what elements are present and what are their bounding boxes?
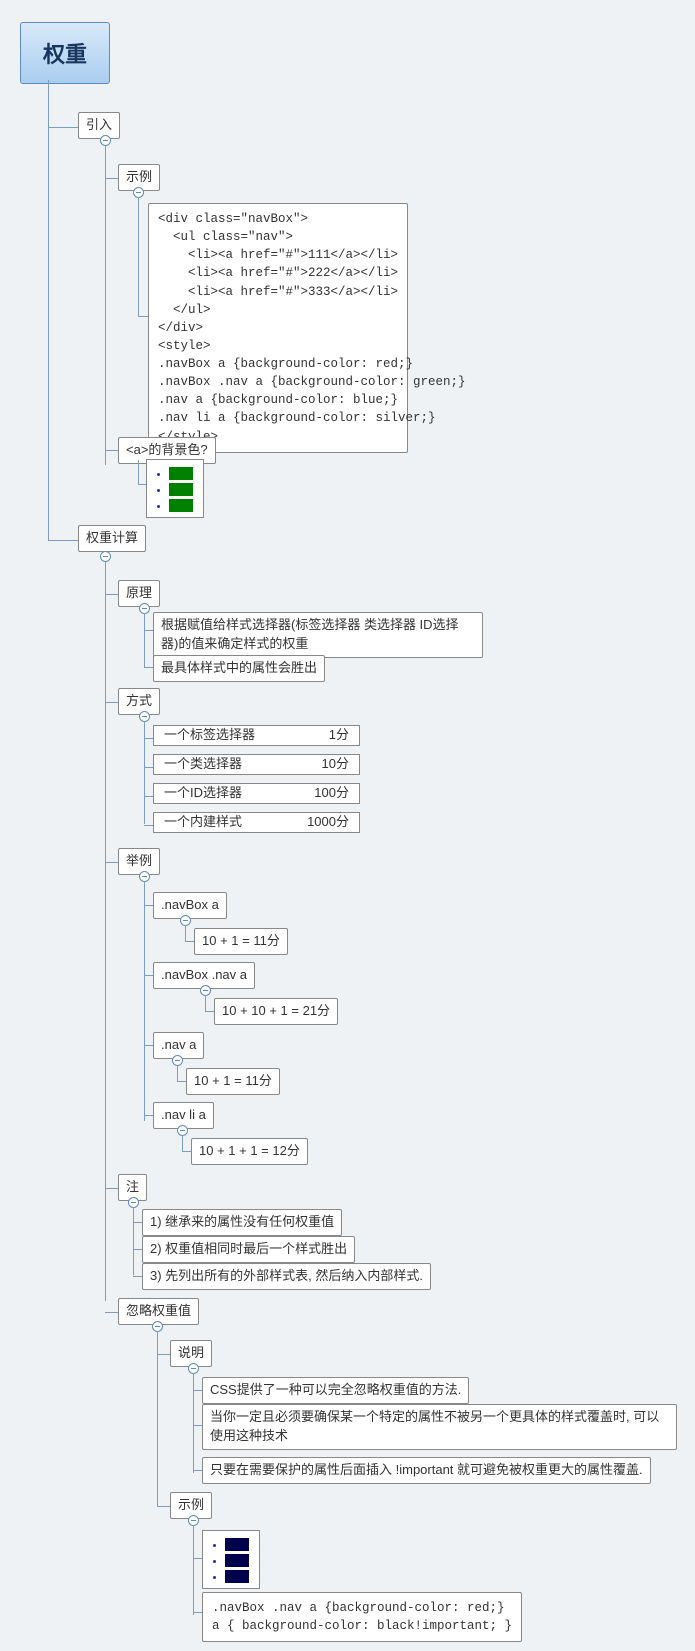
method-value: 100分 (284, 784, 360, 804)
connector (105, 594, 119, 595)
demo-link[interactable]: 333 (169, 499, 193, 512)
connector (138, 197, 139, 317)
connector (144, 613, 145, 667)
node-intro[interactable]: 引入 (78, 112, 120, 139)
connector (105, 1312, 119, 1313)
demo-link[interactable]: 111 (225, 1538, 249, 1551)
method-label: 一个内建样式 (154, 813, 285, 833)
demo-link[interactable]: 222 (225, 1554, 249, 1567)
connector (157, 1354, 171, 1355)
connector (177, 1065, 178, 1081)
connector (105, 178, 119, 179)
root-node[interactable]: 权重 (20, 22, 110, 84)
demo-link[interactable]: 111 (169, 467, 193, 480)
node-note-2: 2) 权重值相同时最后一个样式胜出 (142, 1236, 355, 1263)
node-principle[interactable]: 原理 (118, 580, 160, 607)
node-ex-calc: 10 + 1 + 1 = 12分 (191, 1138, 308, 1165)
mindmap-canvas: 权重 引入 示例 <div class="navBox"> <ul class=… (0, 0, 695, 1651)
connector (157, 1506, 171, 1507)
demo-link[interactable]: 333 (225, 1570, 249, 1583)
connector (157, 1331, 158, 1506)
method-label: 一个ID选择器 (154, 784, 285, 804)
method-value: 1000分 (284, 813, 360, 833)
node-intro-demo: 111 222 333 (146, 459, 204, 518)
connector (138, 484, 146, 485)
node-ignore-code: .navBox .nav a {background-color: red;} … (202, 1592, 522, 1642)
node-method-row: 一个内建样式1000分 (153, 812, 360, 833)
demo-link[interactable]: 222 (169, 483, 193, 496)
node-ex-calc: 10 + 1 = 11分 (186, 1068, 280, 1095)
connector (105, 561, 106, 1301)
connector (138, 460, 139, 484)
node-principle-1: 根据赋值给样式选择器(标签选择器 类选择器 ID选择器)的值来确定样式的权重 (153, 612, 483, 658)
connector (105, 862, 119, 863)
method-label: 一个类选择器 (154, 755, 285, 775)
node-principle-2: 最具体样式中的属性会胜出 (153, 655, 325, 682)
connector (193, 1525, 194, 1615)
method-label: 一个标签选择器 (154, 726, 285, 746)
connector (48, 80, 49, 540)
node-note-3: 3) 先列出所有的外部样式表, 然后纳入内部样式. (142, 1263, 431, 1290)
connector (193, 1373, 194, 1473)
node-method[interactable]: 方式 (118, 688, 160, 715)
connector (144, 881, 145, 1121)
connector (105, 145, 106, 465)
node-example[interactable]: 举例 (118, 848, 160, 875)
node-method-row: 一个标签选择器1分 (153, 725, 360, 746)
node-ex-calc: 10 + 10 + 1 = 21分 (214, 998, 338, 1025)
node-ignore-d3: 只要在需要保护的属性后面插入 !important 就可避免被权重更大的属性覆盖… (202, 1457, 651, 1484)
node-ex-sel: .navBox a (153, 892, 227, 919)
node-method-row: 一个ID选择器100分 (153, 783, 360, 804)
node-ignore-d2: 当你一定且必须要确保某一个特定的属性不被另一个更具体的样式覆盖时, 可以使用这种… (202, 1404, 677, 1450)
connector (182, 1135, 183, 1151)
method-value: 10分 (284, 755, 360, 775)
method-value: 1分 (284, 726, 360, 746)
connector (185, 925, 186, 941)
connector (138, 316, 148, 317)
node-intro-code: <div class="navBox"> <ul class="nav"> <l… (148, 203, 408, 453)
node-method-row: 一个类选择器10分 (153, 754, 360, 775)
connector (105, 702, 119, 703)
connector (48, 127, 78, 128)
node-ex-calc: 10 + 1 = 11分 (194, 928, 288, 955)
node-ignore-d1: CSS提供了一种可以完全忽略权重值的方法. (202, 1377, 469, 1404)
connector (105, 450, 119, 451)
node-ignore-demo: 111 222 333 (202, 1530, 260, 1589)
connector (48, 540, 78, 541)
connector (133, 1207, 134, 1275)
node-calc[interactable]: 权重计算 (78, 525, 146, 552)
connector (205, 995, 206, 1011)
node-note-1: 1) 继承来的属性没有任何权重值 (142, 1209, 342, 1236)
connector (105, 1188, 119, 1189)
connector (144, 721, 145, 824)
